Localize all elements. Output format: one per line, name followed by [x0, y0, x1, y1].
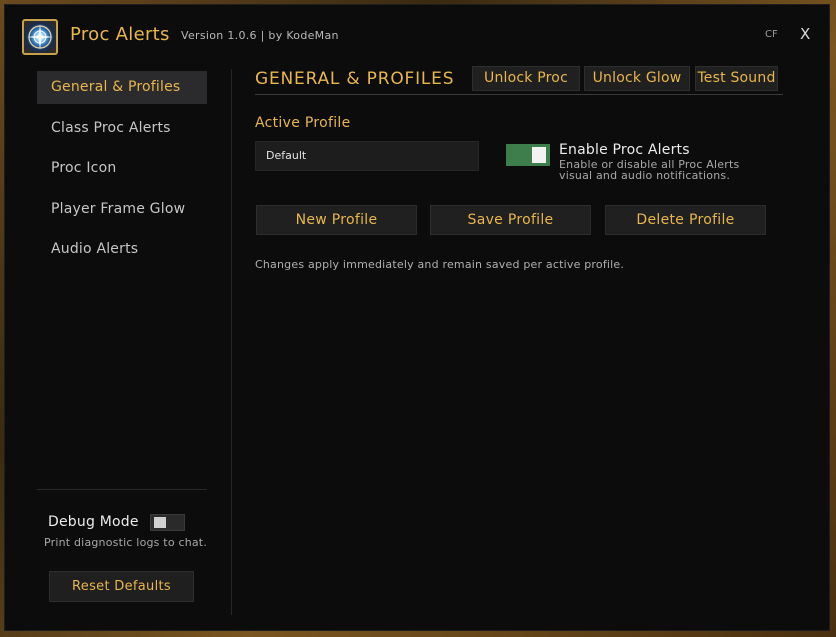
- logo-icon: [22, 19, 58, 55]
- debug-mode-toggle[interactable]: [150, 514, 185, 531]
- sidebar-divider: [37, 489, 207, 490]
- sidebar-nav: General & Profiles Class Proc Alerts Pro…: [37, 71, 207, 274]
- unlock-proc-button[interactable]: Unlock Proc: [472, 66, 580, 91]
- close-button[interactable]: X: [800, 25, 810, 43]
- active-profile-dropdown[interactable]: Default: [255, 141, 479, 171]
- enable-proc-alerts-description: Enable or disable all Proc Alerts visual…: [559, 159, 759, 181]
- sidebar-item-audio-alerts[interactable]: Audio Alerts: [37, 233, 207, 266]
- unlock-glow-button[interactable]: Unlock Glow: [584, 66, 690, 91]
- new-profile-button[interactable]: New Profile: [256, 205, 417, 235]
- cf-label[interactable]: CF: [765, 29, 778, 40]
- active-profile-label: Active Profile: [255, 115, 351, 131]
- sidebar-item-player-frame-glow[interactable]: Player Frame Glow: [37, 193, 207, 226]
- debug-mode-description: Print diagnostic logs to chat.: [44, 536, 208, 549]
- changes-note: Changes apply immediately and remain sav…: [255, 258, 625, 271]
- version-label: Version 1.0.6 | by KodeMan: [181, 29, 339, 42]
- delete-profile-button[interactable]: Delete Profile: [605, 205, 766, 235]
- save-profile-button[interactable]: Save Profile: [430, 205, 591, 235]
- header-underline: [255, 94, 783, 95]
- test-sound-button[interactable]: Test Sound: [695, 66, 778, 91]
- section-title: GENERAL & PROFILES: [255, 69, 455, 89]
- vertical-divider: [231, 69, 232, 615]
- debug-toggle-knob: [154, 517, 166, 528]
- title-bar[interactable]: Proc Alerts Version 1.0.6 | by KodeMan C…: [5, 5, 829, 67]
- debug-mode-label: Debug Mode: [48, 514, 139, 530]
- sidebar-item-class-proc-alerts[interactable]: Class Proc Alerts: [37, 112, 207, 145]
- app-title: Proc Alerts: [70, 24, 170, 45]
- enable-proc-alerts-label: Enable Proc Alerts: [559, 142, 690, 158]
- enable-proc-alerts-toggle[interactable]: [506, 144, 550, 166]
- sidebar-item-proc-icon[interactable]: Proc Icon: [37, 152, 207, 185]
- addon-window: Proc Alerts Version 1.0.6 | by KodeMan C…: [4, 4, 830, 631]
- enable-toggle-knob: [532, 147, 546, 163]
- reset-defaults-button[interactable]: Reset Defaults: [49, 571, 194, 602]
- sidebar-item-general-profiles[interactable]: General & Profiles: [37, 71, 207, 104]
- enable-desc-line-2: visual and audio notifications.: [559, 169, 731, 182]
